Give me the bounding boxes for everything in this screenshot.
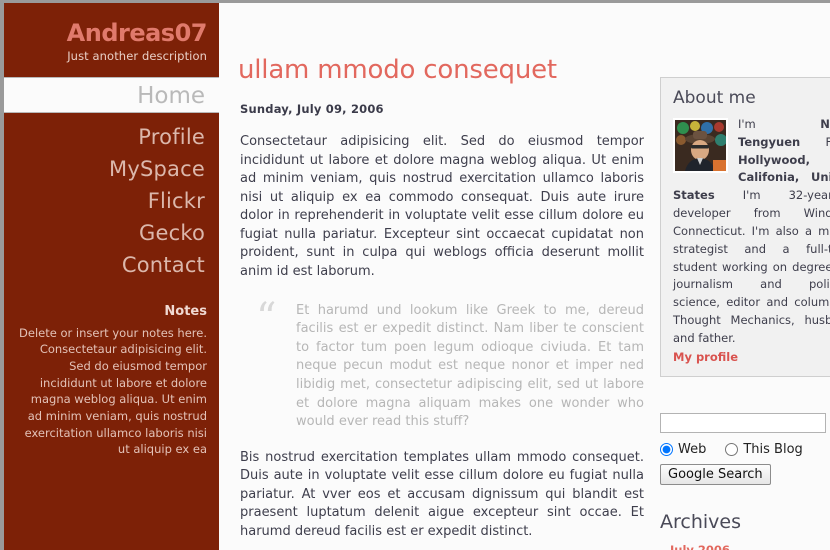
search-input[interactable] bbox=[660, 412, 826, 433]
notes-block: Notes Delete or insert your notes here. … bbox=[4, 304, 219, 458]
archive-item-july-2006[interactable]: July 2006 bbox=[670, 543, 830, 550]
avatar-photo bbox=[675, 120, 726, 171]
about-intro: I'm bbox=[738, 117, 821, 131]
about-me-title: About me bbox=[673, 88, 756, 108]
sidebar-nav: Profile MySpace Flickr Gecko Contact bbox=[4, 113, 219, 282]
avatar bbox=[673, 118, 728, 173]
post-date: Sunday, July 09, 2006 bbox=[240, 102, 384, 116]
sidebar-item-contact[interactable]: Contact bbox=[4, 250, 205, 282]
left-sidebar: Andreas07 Just another description Home … bbox=[4, 3, 219, 550]
sidebar-item-profile[interactable]: Profile bbox=[4, 122, 205, 154]
blockquote-text: Et harumd und lookum like Greek to me, d… bbox=[296, 302, 644, 430]
radio-web-label: Web bbox=[678, 441, 707, 457]
radio-this-blog[interactable] bbox=[725, 442, 739, 456]
brand-block: Andreas07 Just another description bbox=[4, 3, 219, 77]
about-bio: I'm 32-year-old developer from Windsor, … bbox=[673, 188, 830, 345]
radio-this-blog-label: This Blog bbox=[743, 441, 803, 457]
my-profile-link[interactable]: My profile bbox=[673, 350, 830, 364]
main-content: ullam mmodo consequet Sunday, July 09, 2… bbox=[226, 3, 652, 550]
post-body-second: Bis nostrud exercitation templates ullam… bbox=[240, 449, 644, 539]
nav-item-home[interactable]: Home bbox=[4, 77, 219, 114]
google-search-button[interactable]: Google Search bbox=[660, 463, 771, 485]
right-sidebar: About me I'm N Tengyuen Hollywood, Calif… bbox=[660, 3, 830, 550]
quote-mark-icon: “ bbox=[256, 294, 277, 341]
notes-body: Delete or insert your notes here. Consec… bbox=[19, 325, 207, 457]
sidebar-item-myspace[interactable]: MySpace bbox=[4, 154, 205, 186]
sidebar-item-flickr[interactable]: Flickr bbox=[4, 186, 205, 218]
radio-web[interactable] bbox=[660, 442, 673, 456]
about-from-label: From bbox=[826, 135, 830, 149]
post-title[interactable]: ullam mmodo consequet bbox=[238, 55, 644, 85]
post-body: Consectetaur adipisicing elit. Sed do ei… bbox=[240, 134, 644, 280]
search-area: Web This Blog Google Search bbox=[660, 412, 828, 485]
archives-title: Archives bbox=[660, 510, 741, 533]
page-root: Andreas07 Just another description Home … bbox=[0, 0, 830, 550]
about-me-box: About me I'm N Tengyuen Hollywood, Calif… bbox=[660, 77, 830, 377]
post-blockquote: “ Et harumd und lookum like Greek to me,… bbox=[252, 298, 644, 432]
blog-title: Andreas07 bbox=[66, 19, 208, 47]
blog-description: Just another description bbox=[67, 49, 207, 64]
nav-item-home-label: Home bbox=[137, 83, 205, 110]
sidebar-item-gecko[interactable]: Gecko bbox=[4, 218, 205, 250]
notes-title: Notes bbox=[164, 303, 207, 319]
search-scope-options: Web This Blog bbox=[660, 442, 828, 457]
